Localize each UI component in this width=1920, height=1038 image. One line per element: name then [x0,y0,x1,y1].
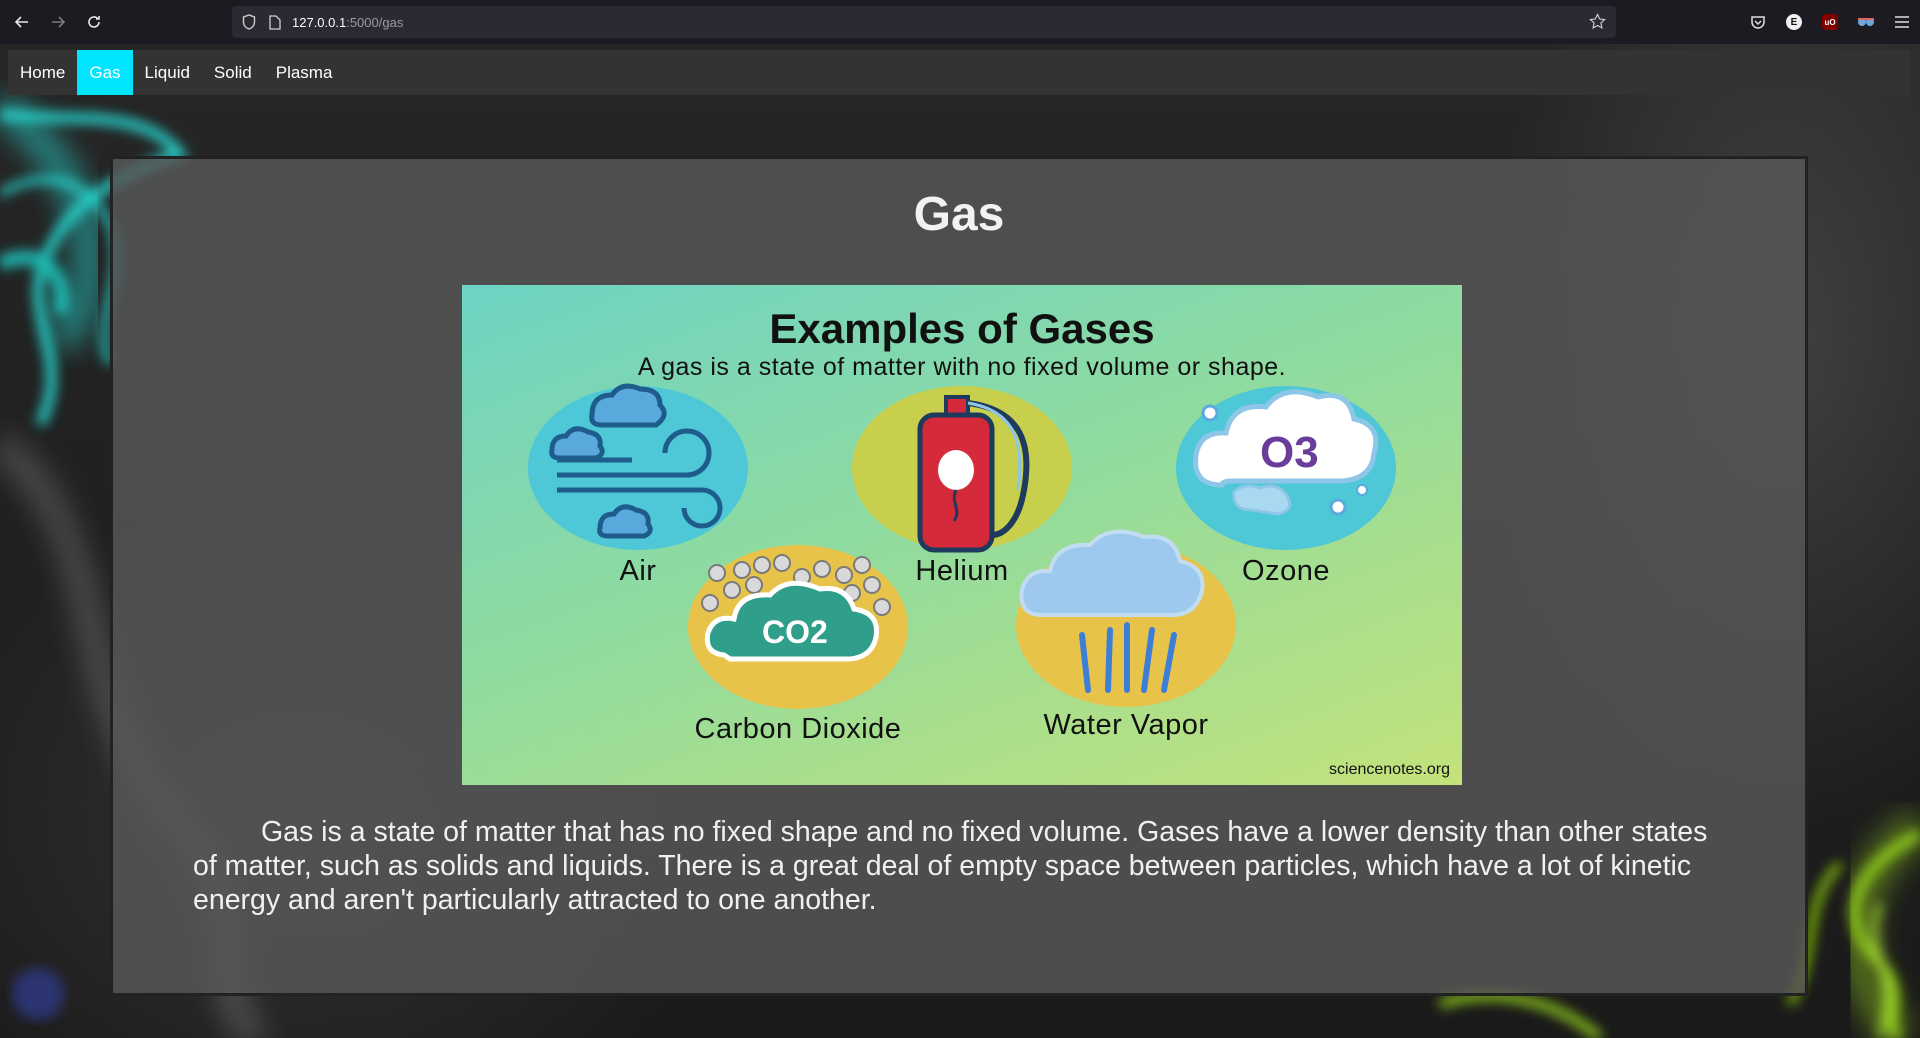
nav-plasma[interactable]: Plasma [264,50,345,95]
co2-formula: CO2 [762,614,828,650]
extension-e-icon[interactable]: E [1776,0,1812,44]
address-bar[interactable]: 127.0.0.1:5000/gas [232,6,1616,38]
ublock-icon[interactable]: uO [1812,0,1848,44]
infographic-subtitle: A gas is a state of matter with no fixed… [637,353,1287,381]
mask-extension-icon[interactable] [1848,0,1884,44]
gas-description: Gas is a state of matter that has no fix… [193,816,1708,916]
extensions-area: E uO [1740,0,1920,44]
label-water-vapor: Water Vapor [1043,709,1209,741]
nav-liquid[interactable]: Liquid [133,50,202,95]
label-ozone: Ozone [1242,555,1330,587]
page-icon [266,13,284,31]
ozone-formula-o: O3 [1260,428,1319,477]
url-text: 127.0.0.1:5000/gas [292,14,404,30]
nav-gas[interactable]: Gas [77,50,133,95]
content-card: Gas O3 CO2 Examples of Gases A gas is a … [110,156,1808,996]
bookmark-star-icon[interactable] [1589,13,1606,35]
gas-examples-infographic: O3 CO2 Examples of Gases A gas is a stat… [462,285,1462,785]
browser-toolbar: 127.0.0.1:5000/gas E uO [0,0,1920,44]
infographic-title: Examples of Gases [769,305,1155,352]
shield-icon[interactable] [240,13,258,31]
top-navigation: Home Gas Liquid Solid Plasma [8,50,1910,95]
label-helium: Helium [915,555,1009,587]
label-air: Air [619,555,657,587]
pocket-icon[interactable] [1740,0,1776,44]
reload-icon[interactable] [76,0,112,44]
hamburger-menu-icon[interactable] [1884,0,1920,44]
nav-solid[interactable]: Solid [202,50,264,95]
forward-icon[interactable] [40,0,76,44]
page-title: Gas [913,188,1005,241]
nav-home[interactable]: Home [8,50,77,95]
label-carbon-dioxide: Carbon Dioxide [694,713,902,745]
infographic-credit: sciencenotes.org [1329,761,1450,778]
page-viewport: Home Gas Liquid Solid Plasma Gas O3 CO2 … [0,44,1920,1038]
back-icon[interactable] [4,0,40,44]
